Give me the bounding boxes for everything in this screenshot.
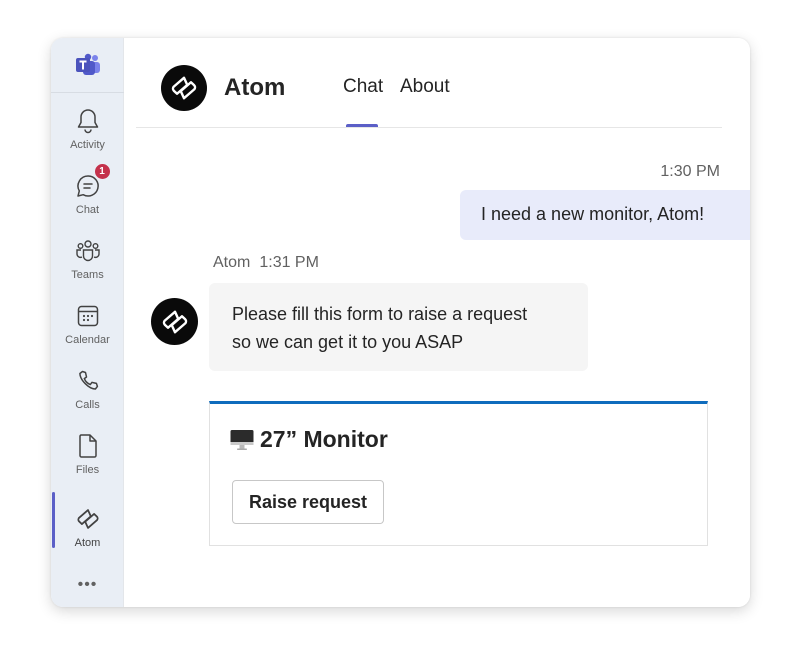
- atom-logo-icon: [75, 506, 101, 532]
- people-icon: [75, 238, 101, 264]
- teams-window: Activity 1 Chat Teams Calendar Calls Fil…: [51, 38, 750, 607]
- tab-chat[interactable]: Chat: [343, 76, 383, 98]
- adaptive-card: 27” Monitor Raise request: [209, 401, 708, 546]
- bot-sender-name: Atom: [213, 254, 251, 271]
- rail-item-chat[interactable]: 1 Chat: [51, 163, 124, 233]
- atom-avatar: [161, 65, 207, 111]
- rail-item-label: Teams: [71, 269, 104, 281]
- file-icon: [75, 433, 101, 459]
- bot-avatar: [151, 298, 198, 345]
- rail-item-calls[interactable]: Calls: [51, 368, 124, 428]
- rail-item-activity[interactable]: Activity: [51, 108, 124, 168]
- rail-item-label: Files: [75, 464, 100, 476]
- rail-item-label: Chat: [75, 204, 100, 216]
- raise-request-button[interactable]: Raise request: [232, 480, 384, 524]
- monitor-icon: [230, 429, 254, 451]
- user-message-timestamp: 1:30 PM: [660, 163, 720, 180]
- card-title: 27” Monitor: [230, 426, 388, 453]
- rail-item-files[interactable]: Files: [51, 433, 124, 493]
- active-tab-indicator: [346, 124, 378, 127]
- rail-item-atom[interactable]: Atom: [51, 506, 124, 566]
- rail-item-teams[interactable]: Teams: [51, 238, 124, 298]
- bot-message-meta: Atom 1:31 PM: [213, 254, 319, 272]
- rail-item-label: Atom: [74, 537, 101, 549]
- rail-item-label: Calls: [75, 399, 100, 411]
- rail-divider: [51, 92, 124, 93]
- bot-message: Please fill this form to raise a request…: [209, 283, 588, 371]
- bot-message-line: Please fill this form to raise a request: [232, 304, 528, 324]
- bot-message-timestamp: 1:31 PM: [259, 254, 319, 271]
- card-title-text: 27” Monitor: [260, 426, 388, 452]
- user-message: I need a new monitor, Atom!: [460, 190, 750, 240]
- chat-icon: 1: [75, 163, 111, 199]
- rail-item-label: Activity: [70, 139, 105, 151]
- chat-pane: Atom Chat About 1:30 PM I need a new mon…: [124, 38, 750, 607]
- bot-message-line: so we can get it to you ASAP: [232, 332, 464, 352]
- bell-icon: [75, 108, 101, 134]
- rail-item-calendar[interactable]: Calendar: [51, 303, 124, 363]
- more-apps-button[interactable]: •••: [51, 576, 124, 594]
- rail-item-label: Calendar: [65, 334, 110, 346]
- app-title: Atom: [224, 74, 286, 101]
- calendar-icon: [75, 303, 101, 329]
- teams-logo-icon[interactable]: [51, 50, 124, 80]
- tab-about[interactable]: About: [400, 76, 450, 98]
- app-rail: Activity 1 Chat Teams Calendar Calls Fil…: [51, 38, 124, 607]
- chat-header: Atom Chat About: [136, 38, 722, 128]
- phone-icon: [75, 368, 101, 394]
- unread-badge: 1: [93, 163, 111, 180]
